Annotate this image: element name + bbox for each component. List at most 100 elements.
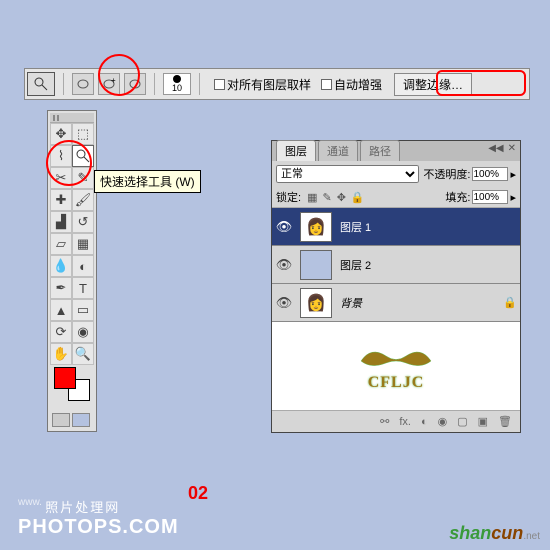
color-swatches[interactable] xyxy=(50,365,94,407)
3d-tool[interactable]: ⟳ xyxy=(50,321,72,343)
ornament-icon xyxy=(351,341,441,371)
brush-picker[interactable]: 10 xyxy=(163,73,191,95)
collapse-icon[interactable]: ◀◀ xyxy=(488,143,503,154)
layer-row[interactable]: 👁 图层 2 xyxy=(272,246,520,284)
gradient-tool[interactable]: ▦ xyxy=(72,233,94,255)
layers-panel: 图层 通道 路径 ◀◀ ✕ 正常 不透明度: ▸ 锁定: ▦ ✎ ✥ 🔒 填充:… xyxy=(271,140,521,433)
www-label: www. xyxy=(18,497,42,508)
chevron-icon[interactable]: ▸ xyxy=(510,168,516,181)
pen-tool[interactable]: ✒ xyxy=(50,277,72,299)
tab-layers[interactable]: 图层 xyxy=(276,140,316,161)
fx-icon[interactable]: fx. xyxy=(399,416,411,428)
divider xyxy=(154,73,155,95)
quick-mask-icon xyxy=(52,413,70,427)
stamp-tool[interactable]: ▟ xyxy=(50,211,72,233)
adjustment-icon[interactable]: ◉ xyxy=(438,415,448,428)
visibility-icon[interactable]: 👁 xyxy=(272,295,296,311)
lock-label: 锁定: xyxy=(276,189,301,205)
foreground-color-swatch[interactable] xyxy=(54,367,76,389)
dodge-tool[interactable]: ◐ xyxy=(72,255,94,277)
hand-tool[interactable]: ✋ xyxy=(50,343,72,365)
subtract-selection-button[interactable]: - xyxy=(124,73,146,95)
new-layer-icon[interactable]: ▣ xyxy=(478,415,488,428)
3d-camera-tool[interactable]: ◉ xyxy=(72,321,94,343)
panel-watermark: CFLJC xyxy=(272,322,520,410)
move-tool[interactable]: ✥ xyxy=(50,123,72,145)
layer-thumbnail[interactable] xyxy=(300,250,332,280)
layer-name[interactable]: 背景 xyxy=(336,295,500,311)
toolbox: ✥ ⬚ ⌇ ✂ ✎ ✚ 🖌 ▟ ↺ ▱ ▦ 💧 ◐ ✒ T ▲ ▭ ⟳ ◉ ✋ … xyxy=(47,110,97,432)
photops-watermark: www. 照片处理网 PHOTOPS.COM xyxy=(18,497,179,539)
delete-icon[interactable]: 🗑 xyxy=(498,415,512,428)
layer-row[interactable]: 👁 👩 背景 🔒 xyxy=(272,284,520,322)
history-brush-tool[interactable]: ↺ xyxy=(72,211,94,233)
layer-list: 👁 👩 图层 1 👁 图层 2 👁 👩 背景 🔒 CFLJC xyxy=(272,208,520,410)
quick-select-tool[interactable] xyxy=(72,145,94,167)
visibility-icon[interactable]: 👁 xyxy=(272,219,296,235)
link-layers-icon[interactable]: ⚯ xyxy=(380,415,389,428)
watermark-en: PHOTOPS.COM xyxy=(18,516,179,538)
lock-pixels-icon[interactable]: ▦ xyxy=(307,191,317,204)
lock-move-icon[interactable]: ✥ xyxy=(337,191,346,204)
brush-dot-icon xyxy=(173,75,181,83)
shancun-part1: shan xyxy=(449,523,491,543)
blur-tool[interactable]: 💧 xyxy=(50,255,72,277)
logo-text: CFLJC xyxy=(351,374,441,392)
marquee-tool[interactable]: ⬚ xyxy=(72,123,94,145)
fill-label: 填充: xyxy=(445,189,470,205)
auto-enhance-checkbox[interactable]: 自动增强 xyxy=(321,76,382,93)
quick-mask-row[interactable] xyxy=(50,411,94,429)
options-bar: + - 10 对所有图层取样 自动增强 调整边缘… xyxy=(24,68,530,100)
lock-brush-icon[interactable]: ✎ xyxy=(322,191,331,204)
panel-handle[interactable] xyxy=(50,113,94,123)
path-select-tool[interactable]: ▲ xyxy=(50,299,72,321)
lock-all-icon[interactable]: 🔒 xyxy=(351,191,365,204)
fill-input[interactable] xyxy=(472,190,508,204)
sample-all-label: 对所有图层取样 xyxy=(227,76,311,93)
layer-row[interactable]: 👁 👩 图层 1 xyxy=(272,208,520,246)
layers-footer: ⚯ fx. ◐ ◉ ▢ ▣ 🗑 xyxy=(272,410,520,432)
divider xyxy=(199,73,200,95)
watermark-cn: 照片处理网 xyxy=(45,500,120,515)
eraser-tool[interactable]: ▱ xyxy=(50,233,72,255)
brush-tool[interactable]: 🖌 xyxy=(72,189,94,211)
type-tool[interactable]: T xyxy=(72,277,94,299)
group-icon[interactable]: ▢ xyxy=(457,415,467,428)
layer-thumbnail[interactable]: 👩 xyxy=(300,212,332,242)
blend-mode-select[interactable]: 正常 xyxy=(276,165,419,183)
shancun-watermark: shancun.net xyxy=(449,523,540,544)
lock-icon: 🔒 xyxy=(500,296,520,309)
layer-name[interactable]: 图层 1 xyxy=(336,219,520,235)
new-selection-button[interactable] xyxy=(72,73,94,95)
checkbox-icon xyxy=(321,79,332,90)
zoom-tool[interactable]: 🔍 xyxy=(72,343,94,365)
step-number: 02 xyxy=(188,483,208,504)
shancun-part2: cun xyxy=(491,523,523,543)
auto-enhance-label: 自动增强 xyxy=(334,76,382,93)
visibility-icon[interactable]: 👁 xyxy=(272,257,296,273)
tab-paths[interactable]: 路径 xyxy=(360,140,400,161)
layer-thumbnail[interactable]: 👩 xyxy=(300,288,332,318)
crop-tool[interactable]: ✂ xyxy=(50,167,72,189)
layer-name[interactable]: 图层 2 xyxy=(336,257,520,273)
shancun-tld: .net xyxy=(523,531,540,542)
brush-size-value: 10 xyxy=(172,83,182,93)
refine-edge-button[interactable]: 调整边缘… xyxy=(394,73,472,96)
tab-channels[interactable]: 通道 xyxy=(318,140,358,161)
healing-tool[interactable]: ✚ xyxy=(50,189,72,211)
eyedropper-tool[interactable]: ✎ xyxy=(72,167,94,189)
add-selection-button[interactable]: + xyxy=(98,73,120,95)
tool-preset-picker[interactable] xyxy=(27,72,55,96)
lock-icons: ▦ ✎ ✥ 🔒 xyxy=(307,191,365,204)
shape-tool[interactable]: ▭ xyxy=(72,299,94,321)
chevron-icon[interactable]: ▸ xyxy=(510,191,516,204)
opacity-input[interactable] xyxy=(472,167,508,181)
lasso-tool[interactable]: ⌇ xyxy=(50,145,72,167)
sample-all-layers-checkbox[interactable]: 对所有图层取样 xyxy=(214,76,311,93)
tool-tooltip: 快速选择工具 (W) xyxy=(94,170,201,193)
svg-text:-: - xyxy=(137,77,140,85)
mask-icon[interactable]: ◐ xyxy=(421,416,428,428)
opacity-label: 不透明度: xyxy=(423,166,470,182)
panel-tabs: 图层 通道 路径 ◀◀ ✕ xyxy=(272,141,520,161)
close-icon[interactable]: ✕ xyxy=(508,143,516,154)
